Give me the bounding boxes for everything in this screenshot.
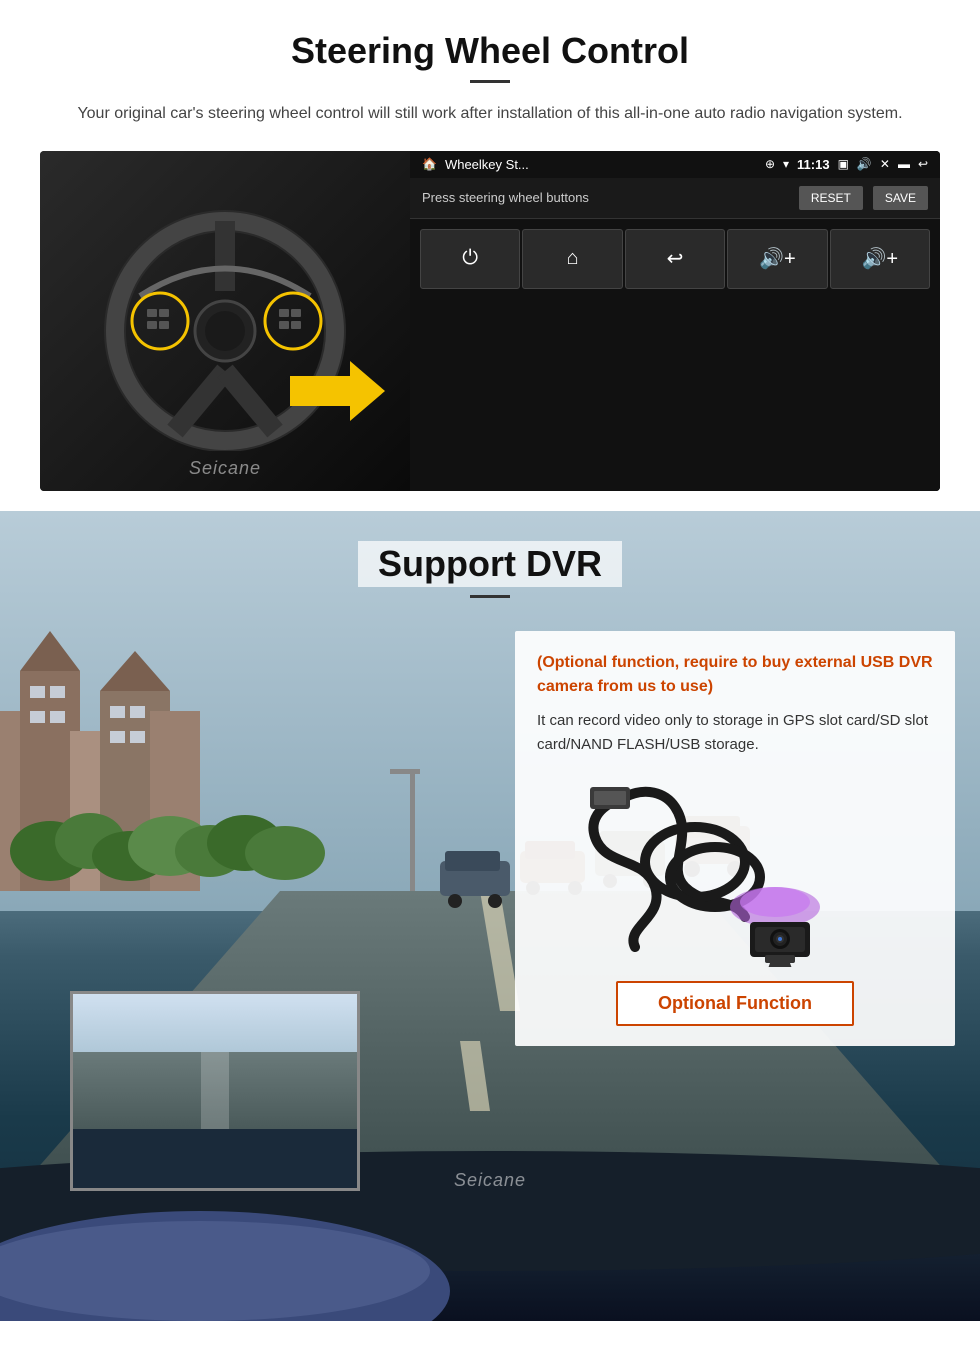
steering-photo: Seicane [40, 151, 410, 491]
close-icon: ✕ [880, 157, 890, 171]
dvr-section: Support DVR (Optional function, require … [0, 511, 980, 1321]
dvr-title: Support DVR [358, 541, 622, 587]
dvr-description: It can record video only to storage in G… [537, 709, 933, 757]
yellow-arrow-icon [290, 356, 390, 426]
steering-subtitle: Your original car's steering wheel contr… [40, 101, 940, 127]
dvr-camera-image [537, 767, 933, 967]
usb-icon: ⊕ [765, 157, 775, 171]
save-button[interactable]: SAVE [873, 186, 928, 210]
screen-icon: ▬ [898, 157, 910, 171]
ui-topbar-label: Press steering wheel buttons [422, 190, 789, 205]
ui-statusbar: 🏠 Wheelkey St... ⊕ ▾ 11:13 ▣ 🔊 ✕ ▬ ↩ [410, 151, 940, 178]
optional-btn-container: Optional Function [537, 981, 933, 1026]
preview-sky [73, 994, 357, 1052]
ui-home-btn[interactable]: ⌂ [522, 229, 622, 289]
steering-watermark: Seicane [40, 458, 410, 479]
ui-topbar: Press steering wheel buttons RESET SAVE [410, 178, 940, 219]
dvr-optional-text: (Optional function, require to buy exter… [537, 651, 933, 699]
camera-icon: ▣ [838, 157, 849, 171]
steering-title-divider [470, 80, 510, 83]
reset-button[interactable]: RESET [799, 186, 863, 210]
steering-image-container: Seicane 🏠 Wheelkey St... ⊕ ▾ 11:13 ▣ 🔊 ✕… [40, 151, 940, 491]
ui-app-title: Wheelkey St... [445, 157, 757, 172]
ui-vol-down-btn[interactable]: 🔊+ [830, 229, 930, 289]
ui-power-btn[interactable]: ⏻ [420, 229, 520, 289]
preview-car-dash [73, 1129, 357, 1187]
dvr-title-area: Support DVR [0, 511, 980, 598]
ui-time: 11:13 [797, 157, 830, 172]
steering-ui-panel: 🏠 Wheelkey St... ⊕ ▾ 11:13 ▣ 🔊 ✕ ▬ ↩ Pre… [410, 151, 940, 491]
dvr-camera-svg [565, 767, 905, 967]
ui-buttons-grid: ⏻ ⌂ ↩ 🔊+ 🔊+ [410, 219, 940, 491]
steering-title: Steering Wheel Control [40, 30, 940, 72]
wifi-icon: ▾ [783, 157, 789, 171]
dvr-title-divider [470, 595, 510, 598]
dvr-camera-preview [70, 991, 360, 1191]
home-icon: 🏠 [422, 157, 437, 171]
ui-back-btn[interactable]: ↩ [625, 229, 725, 289]
steering-section: Steering Wheel Control Your original car… [0, 0, 980, 511]
optional-function-button[interactable]: Optional Function [616, 981, 854, 1026]
dvr-info-card: (Optional function, require to buy exter… [515, 631, 955, 1046]
back-icon: ↩ [918, 157, 928, 171]
ui-vol-up-btn[interactable]: 🔊+ [727, 229, 827, 289]
volume-icon: 🔊 [857, 157, 872, 171]
